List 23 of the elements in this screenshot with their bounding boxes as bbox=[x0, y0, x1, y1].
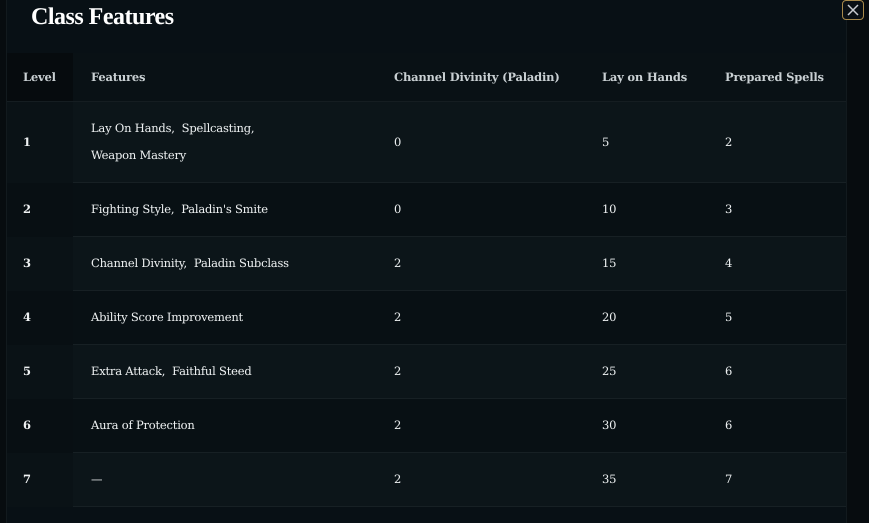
close-icon bbox=[847, 4, 859, 16]
table-cell: 5 bbox=[584, 102, 707, 183]
column-header: Level bbox=[7, 53, 73, 102]
table-cell: 35 bbox=[584, 453, 707, 507]
table-cell: 6 bbox=[707, 345, 846, 399]
table-cell: 15 bbox=[584, 237, 707, 291]
table-cell: 7 bbox=[707, 453, 846, 507]
table-cell-text: Channel Divinity, Paladin Subclass bbox=[91, 255, 289, 272]
table-cell: 0 bbox=[376, 102, 584, 183]
table-cell: 2 bbox=[376, 453, 584, 507]
table-cell-text: Lay On Hands, Spellcasting, Weapon Mastery bbox=[91, 120, 256, 164]
panel-title: Class Features bbox=[31, 4, 175, 32]
table-cell-text: Fighting Style, Paladin's Smite bbox=[91, 201, 268, 218]
table-cell-text: Extra Attack, Faithful Steed bbox=[91, 363, 252, 380]
close-button[interactable] bbox=[842, 0, 864, 20]
table-cell: 2 bbox=[707, 102, 846, 183]
table-cell-text: — bbox=[91, 471, 102, 488]
table-cell: 4 bbox=[707, 237, 846, 291]
table-cell-text: Ability Score Improvement bbox=[91, 309, 243, 326]
table-cell: 2 bbox=[376, 237, 584, 291]
table-cell: 2 bbox=[376, 345, 584, 399]
table-cell: 25 bbox=[584, 345, 707, 399]
table-cell-text: Aura of Protection bbox=[91, 417, 195, 434]
